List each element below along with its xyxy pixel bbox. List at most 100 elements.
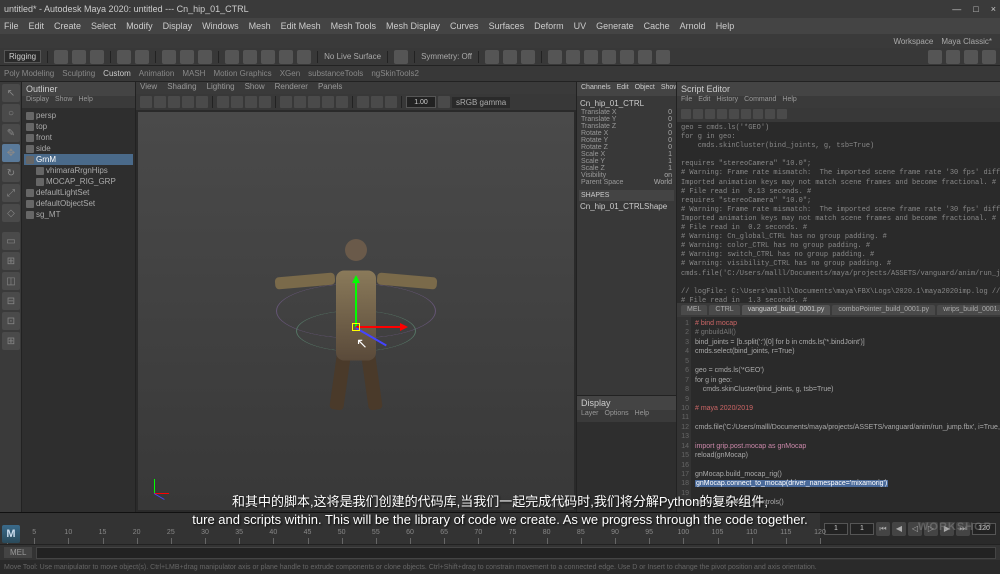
two-pane-v-icon[interactable]: ◫: [2, 272, 20, 290]
vp-textured-icon[interactable]: [308, 96, 320, 108]
open-scene-icon[interactable]: [72, 50, 86, 64]
outliner-menu-show[interactable]: Show: [55, 96, 73, 108]
se-menu-help[interactable]: Help: [782, 96, 796, 108]
vp-grid-icon[interactable]: [217, 96, 229, 108]
vp-image-plane-icon[interactable]: [168, 96, 180, 108]
snap-grid-icon[interactable]: [225, 50, 239, 64]
mel-label[interactable]: MEL: [4, 547, 32, 558]
cb-attr-ty[interactable]: Translate Y0: [579, 116, 674, 123]
render-view-icon[interactable]: [620, 50, 634, 64]
step-back-icon[interactable]: ◀: [892, 522, 906, 536]
vp-resolution-gate-icon[interactable]: [245, 96, 257, 108]
render-icon[interactable]: [485, 50, 499, 64]
gizmo-x-axis-icon[interactable]: [356, 326, 406, 328]
symmetry-label[interactable]: Symmetry: Off: [421, 52, 472, 61]
se-tab-ctrl[interactable]: CTRL: [709, 305, 739, 315]
se-open-icon[interactable]: [681, 109, 691, 119]
paint-select-icon[interactable]: [198, 50, 212, 64]
se-save-to-shelf-icon[interactable]: [705, 109, 715, 119]
snap-curve-icon[interactable]: [243, 50, 257, 64]
se-tab-vanguard[interactable]: vanguard_build_0001.py: [742, 305, 831, 315]
se-execute-icon[interactable]: [765, 109, 775, 119]
se-menu-file[interactable]: File: [681, 96, 692, 108]
cb-attr-tz[interactable]: Translate Z0: [579, 123, 674, 130]
live-surface-label[interactable]: No Live Surface: [324, 52, 381, 61]
vp-bookmark-icon[interactable]: [154, 96, 166, 108]
menu-modify[interactable]: Modify: [126, 21, 153, 31]
snap-live-icon[interactable]: [297, 50, 311, 64]
cb-attr-sy[interactable]: Scale Y1: [579, 158, 674, 165]
outliner-icon[interactable]: [566, 50, 580, 64]
select-tool-icon[interactable]: ↖: [2, 84, 20, 102]
code-editor[interactable]: # bind mocap # gnbuildAll() bind_joints …: [691, 317, 1000, 512]
display-menu-layer[interactable]: Layer: [581, 410, 599, 422]
menu-display[interactable]: Display: [163, 21, 193, 31]
shelf-tab-sculpting[interactable]: Sculpting: [62, 69, 95, 78]
vp-wireframe-icon[interactable]: [280, 96, 292, 108]
se-tab-mel[interactable]: MEL: [681, 305, 707, 315]
snap-plane-icon[interactable]: [279, 50, 293, 64]
vp-2d-pan-icon[interactable]: [182, 96, 194, 108]
layer-list[interactable]: [577, 422, 676, 512]
last-tool-icon[interactable]: ◇: [2, 204, 20, 222]
shelf-tab-ngskin[interactable]: ngSkinTools2: [371, 69, 419, 78]
shelf-tab-mash[interactable]: MASH: [182, 69, 205, 78]
vp-menu-lighting[interactable]: Lighting: [207, 82, 235, 94]
vp-menu-renderer[interactable]: Renderer: [275, 82, 308, 94]
cb-attr-sx[interactable]: Scale X1: [579, 151, 674, 158]
vp-menu-show[interactable]: Show: [245, 82, 265, 94]
minimize-icon[interactable]: —: [952, 4, 961, 14]
outliner-item-grnm[interactable]: GrnM: [24, 154, 133, 165]
menu-deform[interactable]: Deform: [534, 21, 564, 31]
shelf-tab-animation[interactable]: Animation: [139, 69, 175, 78]
menu-mesh[interactable]: Mesh: [249, 21, 271, 31]
menu-edit[interactable]: Edit: [29, 21, 45, 31]
cb-object-name[interactable]: Cn_hip_01_CTRL: [579, 98, 674, 109]
vp-menu-shading[interactable]: Shading: [167, 82, 196, 94]
menu-uv[interactable]: UV: [574, 21, 587, 31]
ipr-icon[interactable]: [503, 50, 517, 64]
script-output[interactable]: geo = cmds.ls('*GEO') for g in geo: cmds…: [677, 122, 1000, 303]
outliner-item-side[interactable]: side: [24, 143, 133, 154]
outliner-layout-icon[interactable]: ⊞: [2, 332, 20, 350]
se-menu-history[interactable]: History: [716, 96, 738, 108]
scale-tool-icon[interactable]: ⤢: [2, 184, 20, 202]
cb-tab-channels[interactable]: Channels: [581, 84, 611, 94]
outliner-tree[interactable]: persp top front side GrnM vhimaraRrgnHip…: [22, 108, 135, 512]
cb-attr-sz[interactable]: Scale Z1: [579, 165, 674, 172]
gizmo-y-axis-icon[interactable]: [355, 277, 357, 327]
uv-editor-icon[interactable]: [638, 50, 652, 64]
panel-layout-icon[interactable]: [548, 50, 562, 64]
lasso-icon[interactable]: [180, 50, 194, 64]
vp-menu-view[interactable]: View: [140, 82, 157, 94]
outliner-item-lightset[interactable]: defaultLightSet: [24, 187, 133, 198]
menu-help[interactable]: Help: [716, 21, 735, 31]
cb-tab-object[interactable]: Object: [635, 84, 655, 94]
paint-tool-icon[interactable]: ✎: [2, 124, 20, 142]
vp-isolate-icon[interactable]: [357, 96, 369, 108]
se-clear-input-icon[interactable]: [729, 109, 739, 119]
cb-attr-vis[interactable]: Visibilityon: [579, 172, 674, 179]
display-menu-help[interactable]: Help: [635, 410, 649, 422]
menu-arnold[interactable]: Arnold: [680, 21, 706, 31]
toggle-tool-icon[interactable]: [982, 50, 996, 64]
cb-attr-rx[interactable]: Rotate X0: [579, 130, 674, 137]
menu-select[interactable]: Select: [91, 21, 116, 31]
cb-attr-tx[interactable]: Translate X0: [579, 109, 674, 116]
gizmo-center-icon[interactable]: [352, 323, 360, 331]
cb-attr-parentspace[interactable]: Parent SpaceWorld: [579, 179, 674, 186]
menu-create[interactable]: Create: [54, 21, 81, 31]
vp-menu-panels[interactable]: Panels: [318, 82, 342, 94]
se-show-history-icon[interactable]: [753, 109, 763, 119]
vp-film-gate-icon[interactable]: [231, 96, 243, 108]
se-tab-combo[interactable]: comboPointer_build_0001.py: [832, 305, 935, 315]
se-execute-all-icon[interactable]: [777, 109, 787, 119]
se-save-icon[interactable]: [693, 109, 703, 119]
new-scene-icon[interactable]: [54, 50, 68, 64]
four-pane-icon[interactable]: ⊞: [2, 252, 20, 270]
rotate-tool-icon[interactable]: ↻: [2, 164, 20, 182]
vp-exposure-input[interactable]: [406, 96, 436, 108]
select-mode-icon[interactable]: [162, 50, 176, 64]
cb-attr-ry[interactable]: Rotate Y0: [579, 137, 674, 144]
render-settings-icon[interactable]: [521, 50, 535, 64]
